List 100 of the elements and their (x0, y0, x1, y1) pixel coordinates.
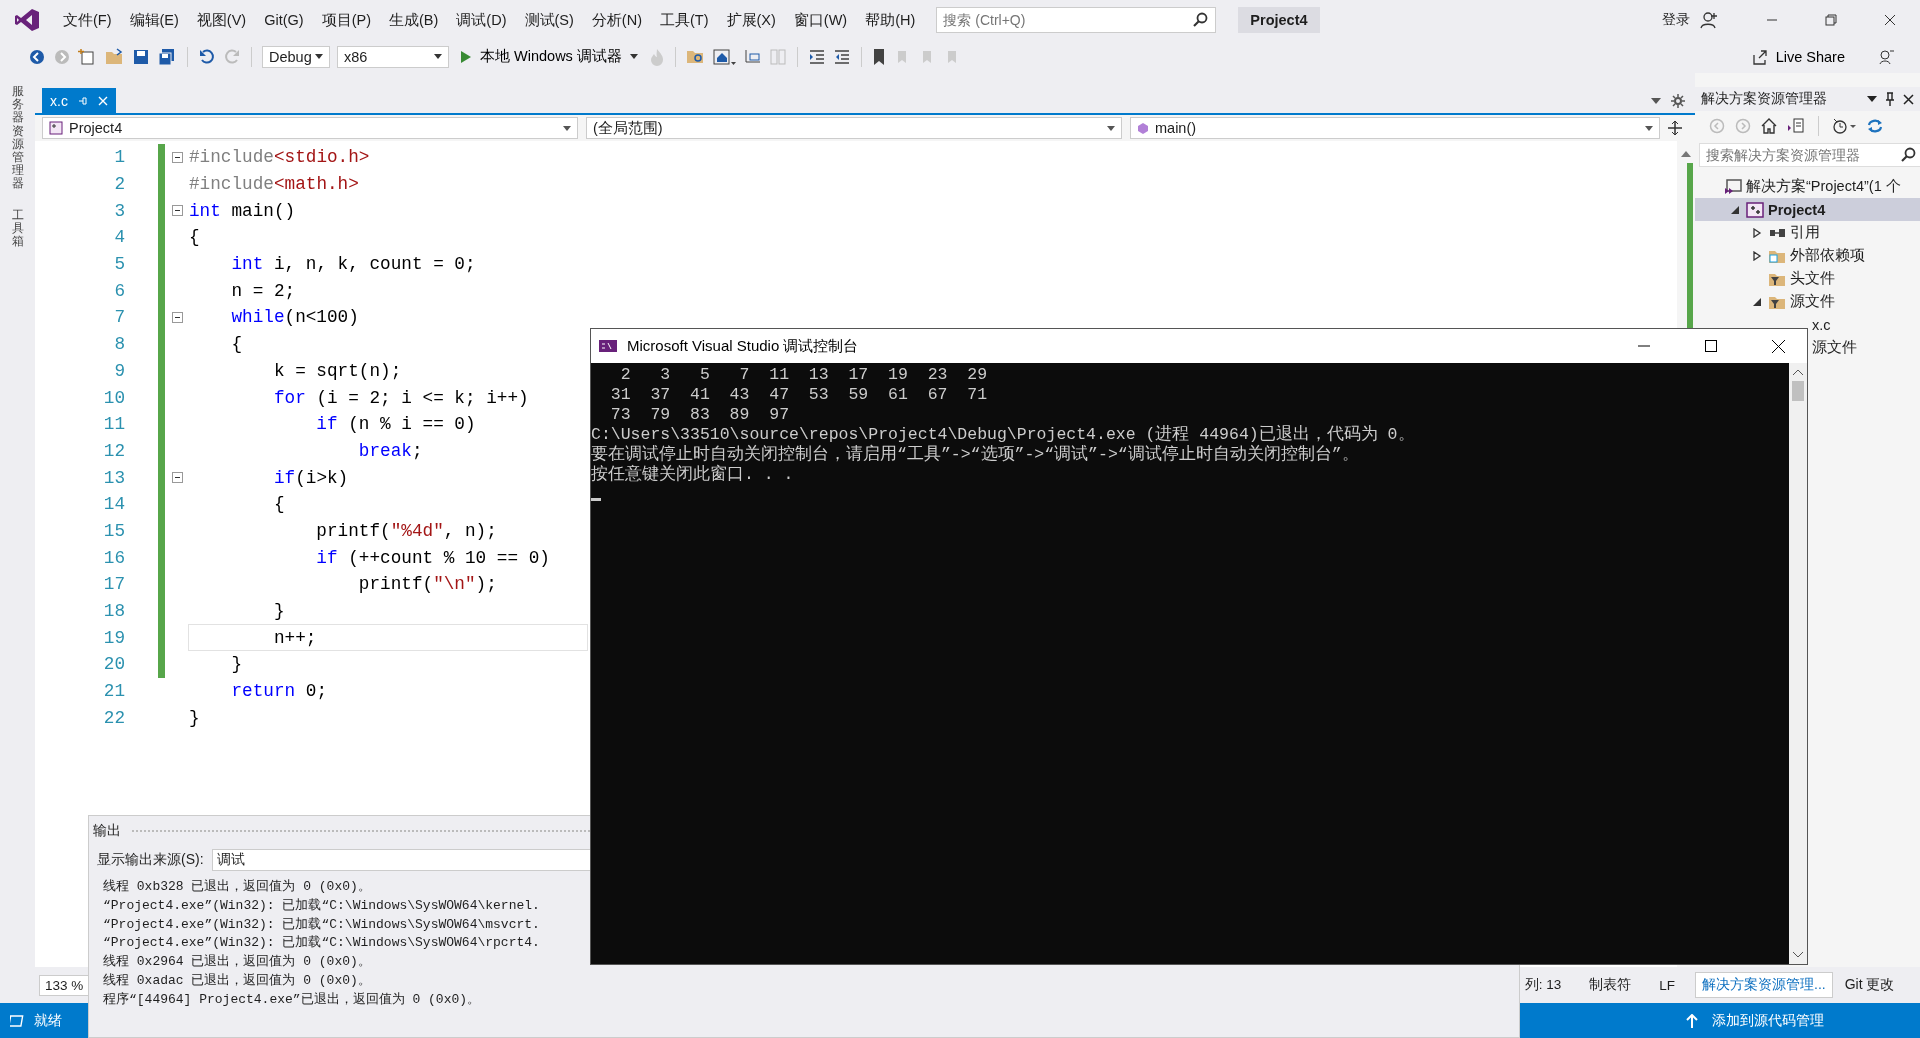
tree-item[interactable]: 解决方案“Project4”(1 个 (1695, 175, 1920, 198)
maximize-icon[interactable] (1705, 340, 1717, 352)
close-icon[interactable] (1903, 93, 1914, 105)
switch-views-icon[interactable] (1787, 118, 1805, 134)
line-number: 15 (102, 520, 125, 541)
tree-item[interactable]: 外部依赖项 (1695, 244, 1920, 267)
code-line: { (272, 493, 286, 517)
menu-item[interactable]: 项目(P) (312, 10, 380, 30)
search-field[interactable]: 搜索 (Ctrl+Q) (936, 7, 1217, 33)
tree-item[interactable]: 源文件 (1695, 290, 1920, 313)
pin-icon[interactable] (1885, 92, 1895, 106)
line-number: 12 (102, 440, 125, 461)
history-icon[interactable] (1832, 118, 1856, 134)
dropdown-icon[interactable] (1651, 97, 1661, 104)
collapse-icon[interactable] (172, 472, 183, 484)
side-panel-tab[interactable]: 工具箱 (11, 208, 24, 249)
line-number: 7 (113, 307, 125, 328)
tree-item[interactable]: Project4 (1695, 198, 1920, 221)
platform-dropdown[interactable]: x86 (337, 45, 449, 68)
menu-item[interactable]: 窗口(W) (784, 10, 857, 30)
back-icon[interactable] (28, 47, 46, 66)
scope-dropdown[interactable]: (全局范围) (586, 117, 1122, 139)
project-icon (49, 121, 63, 135)
scroll-up-icon[interactable] (1793, 369, 1803, 375)
line-number: 2 (113, 174, 125, 195)
visual-studio-logo-icon (14, 8, 40, 32)
restore-icon[interactable] (1825, 14, 1837, 26)
menu-item[interactable]: 扩展(X) (717, 10, 785, 30)
open-folder-icon[interactable] (105, 47, 125, 66)
share-icon (1751, 48, 1768, 65)
status-text: 就绪 (34, 1011, 62, 1030)
expanded-arrow-icon[interactable] (1730, 204, 1740, 215)
menu-item[interactable]: 文件(F) (54, 10, 121, 30)
scrollbar[interactable] (1789, 363, 1807, 964)
menu-item[interactable]: 调试(D) (447, 10, 516, 30)
split-icon[interactable] (1668, 121, 1682, 135)
indent-icon[interactable] (832, 47, 851, 66)
run-debugger-button[interactable]: 本地 Windows 调试器 (456, 45, 642, 68)
save-icon[interactable] (132, 47, 150, 66)
solution-name: Project4 (1238, 7, 1320, 33)
member-dropdown[interactable]: main() (1130, 117, 1660, 139)
code-line: #include<math.h> (188, 173, 360, 197)
window-title: Microsoft Visual Studio 调试控制台 (627, 336, 859, 356)
bookmark-icon[interactable] (871, 47, 886, 66)
user-icon[interactable] (1700, 11, 1718, 29)
collapse-icon[interactable] (172, 311, 183, 323)
zoom-level[interactable]: 133 % (39, 974, 90, 996)
expanded-arrow-icon[interactable] (1752, 296, 1762, 307)
live-share-button[interactable]: Live Share (1745, 47, 1851, 66)
scroll-down-icon[interactable] (1793, 952, 1803, 958)
collapsed-arrow-icon[interactable] (1752, 250, 1762, 261)
caret-icon (1645, 125, 1653, 131)
collapse-icon[interactable] (172, 205, 183, 217)
menu-item[interactable]: 帮助(H) (856, 10, 925, 30)
search-field[interactable]: 搜索解决方案资源管理器 (1699, 143, 1920, 167)
feedback-icon[interactable] (1878, 47, 1896, 66)
menu-item[interactable]: 生成(B) (380, 10, 448, 30)
menu-item[interactable]: Git(G) (255, 12, 313, 28)
panel-tab[interactable]: 解决方案资源管理... (1695, 972, 1833, 998)
close-icon[interactable] (1772, 339, 1785, 353)
close-icon[interactable] (1884, 14, 1896, 26)
home-icon[interactable] (1761, 118, 1777, 134)
code-line: while(n<100) (230, 306, 360, 330)
outdent-icon[interactable] (807, 47, 826, 66)
sign-in-link[interactable]: 登录 (1662, 11, 1690, 29)
code-line: return 0; (230, 680, 328, 704)
line-number: 1 (113, 147, 125, 168)
line-number: 19 (102, 627, 125, 648)
code-line: n = 2; (230, 279, 297, 303)
panel-tab[interactable]: Git 更改 (1838, 973, 1901, 997)
save-all-icon[interactable] (157, 47, 177, 66)
indent-indicator[interactable]: 制表符 (1575, 976, 1646, 994)
project-dropdown[interactable]: Project4 (42, 117, 578, 139)
code-line: k = sqrt(n); (272, 359, 403, 383)
side-panel-tab[interactable]: 服务器资源管理器 (11, 85, 24, 191)
line-ending-indicator[interactable]: LF (1645, 977, 1689, 993)
code-line: int i, n, k, count = 0; (230, 253, 477, 277)
configuration-dropdown[interactable]: Debug (262, 45, 330, 68)
menu-item[interactable]: 分析(N) (582, 10, 651, 30)
menu-item[interactable]: 测试(S) (515, 10, 583, 30)
dropdown-icon[interactable] (1867, 96, 1877, 102)
collapsed-arrow-icon[interactable] (1752, 227, 1762, 238)
settings-icon[interactable] (1671, 93, 1685, 108)
menu-item[interactable]: 编辑(E) (120, 10, 188, 30)
source-control-button[interactable]: 添加到源代码管理 (1680, 1010, 1830, 1031)
home-window-icon[interactable] (712, 47, 737, 66)
menu-item[interactable]: 视图(V) (187, 10, 256, 30)
tree-item[interactable]: 引用 (1695, 221, 1920, 244)
console-line: 31 37 41 43 47 53 59 61 67 71 (609, 385, 989, 405)
undo-icon[interactable] (198, 47, 216, 66)
menu-item[interactable]: 工具(T) (651, 10, 718, 30)
caret-icon (563, 125, 571, 131)
scroll-thumb[interactable] (1792, 381, 1804, 401)
scroll-up-icon[interactable] (1681, 151, 1691, 157)
code-line: for (i = 2; i <= k; i++) (272, 386, 530, 410)
tree-item[interactable]: 头文件 (1695, 267, 1920, 290)
refresh-icon[interactable] (1866, 118, 1884, 134)
collapse-icon[interactable] (172, 151, 183, 163)
code-line: } (230, 653, 244, 677)
code-line: int main() (188, 199, 297, 223)
